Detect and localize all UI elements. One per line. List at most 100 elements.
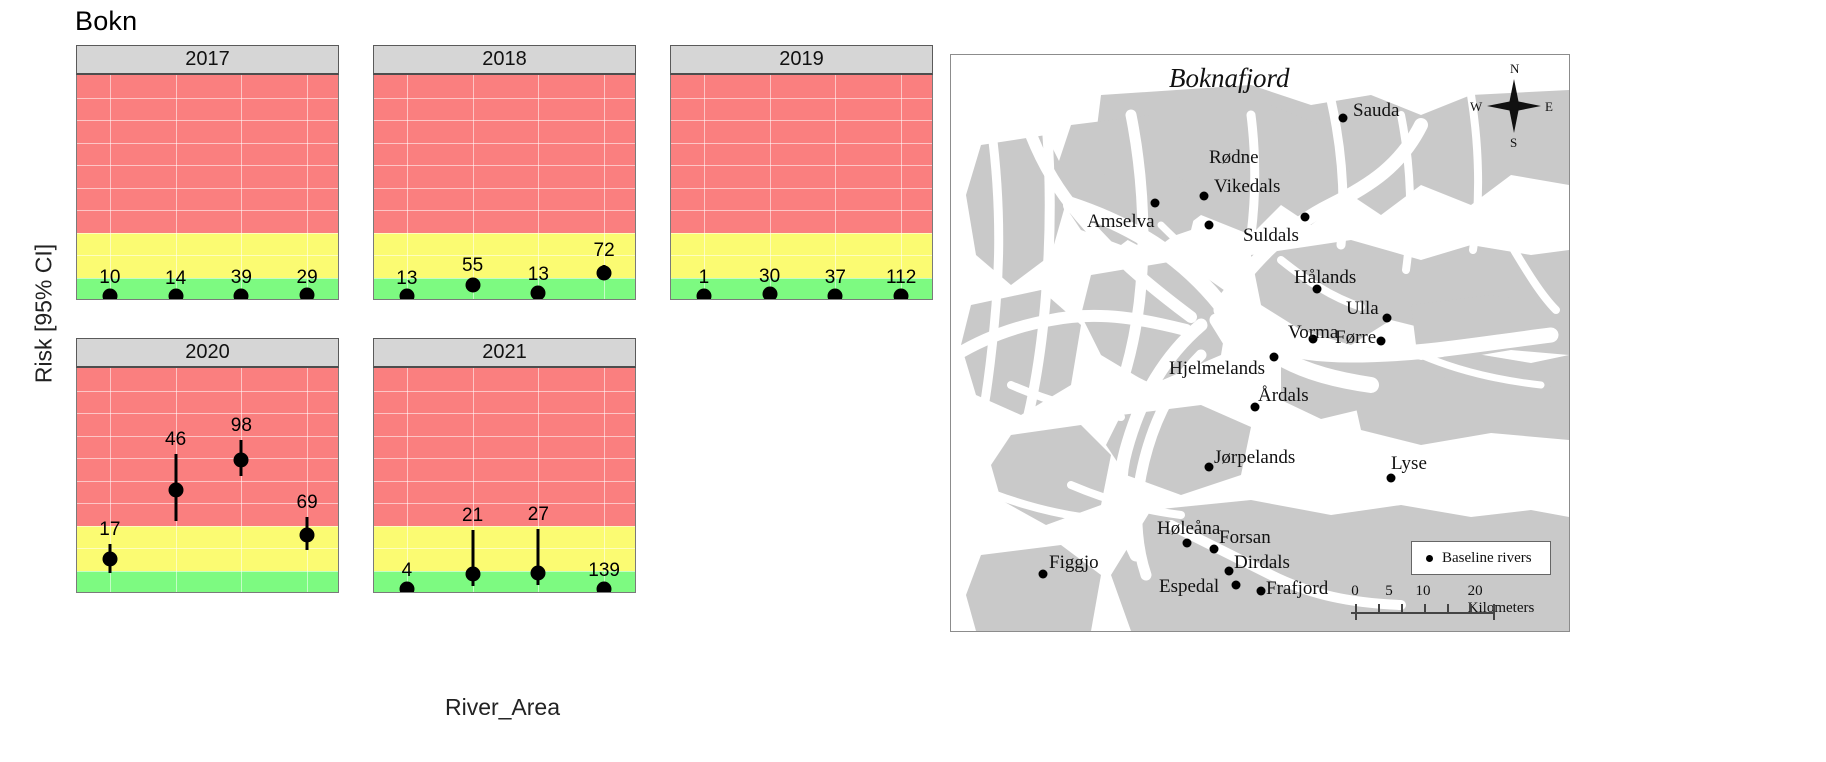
data-point[interactable] [893,288,909,299]
risk-band-red [77,75,338,233]
data-point[interactable] [168,482,184,497]
y-tick-label: 30 [373,222,374,244]
map-site-label: Hålands [1294,267,1357,288]
gridline-horizontal [77,142,338,144]
gridline-horizontal [77,232,338,234]
gridline-horizontal [77,548,338,549]
data-point[interactable] [399,288,415,299]
gridline-horizontal [374,548,635,549]
gridline-horizontal [374,503,635,504]
gridline-horizontal [374,525,635,527]
map-site-dot[interactable] [1204,462,1214,472]
facet-strip-label: 2018 [373,45,636,75]
plot-area: 1030507090CoastEastNorthSouth10143929 [76,75,339,300]
facet-panel-2021: 20211030507090CoastEastNorthSouth4212713… [373,338,636,593]
data-point[interactable] [596,265,612,281]
data-point-label: 13 [396,267,418,289]
map-scale-bar: 0 5 10 20 Kilometers [1351,583,1556,620]
facet-strip-label: 2021 [373,338,636,368]
map-site-label: Suldals [1243,225,1299,246]
map-site-dot[interactable] [1199,191,1209,201]
y-tick-label: 70 [76,425,77,447]
compass-north-label: N [1510,61,1520,76]
data-point-label: 72 [593,240,615,262]
risk-band-red [671,75,932,233]
data-point[interactable] [596,581,612,592]
data-point-label: 14 [165,267,187,289]
data-point-label: 112 [885,267,917,289]
map-site-label: Vorma [1288,322,1339,343]
gridline-horizontal [77,97,338,99]
y-tick-label: 70 [373,132,374,154]
gridline-horizontal [374,413,635,414]
plot-area: 1030507090CoastEastNorthSouth42127139 [373,368,636,593]
y-tick-label: 30 [76,515,77,537]
data-point[interactable] [530,565,546,581]
fjord-name-label: Boknafjord [1169,63,1290,93]
facet-strip-label: 2017 [76,45,339,75]
y-tick-label: 90 [670,87,671,109]
data-point[interactable] [827,288,843,299]
map-site-dot[interactable] [1376,336,1386,346]
map-site-label: Hjelmelands [1169,358,1266,379]
y-tick-label: 10 [373,560,374,582]
plot-area: 1030507090CoastEastNorthSouth17469869 [76,368,339,593]
gridline-horizontal [77,390,338,392]
scale-number: 5 [1385,583,1393,599]
risk-band-green [77,570,338,592]
data-point-label: 4 [401,560,413,582]
gridline-horizontal [374,458,635,459]
y-tick-label: 10 [670,267,671,289]
map-site-label: Espedal [1159,576,1220,597]
gridline-horizontal [671,120,932,121]
map-site-dot[interactable] [1231,580,1241,590]
map-site-dot[interactable] [1300,212,1310,222]
data-point[interactable] [530,285,546,299]
data-point[interactable] [233,288,249,299]
map-site-label: Rødne [1209,147,1259,168]
data-point[interactable] [696,288,712,299]
data-point[interactable] [102,551,118,567]
data-point[interactable] [465,277,481,293]
data-point[interactable] [465,566,481,582]
data-point[interactable] [762,286,778,299]
y-tick-label: 50 [373,177,374,199]
y-tick-label: 70 [670,132,671,154]
gridline-horizontal [77,458,338,459]
map-site-label: Jørpelands [1214,447,1296,468]
y-tick-label: 10 [373,267,374,289]
data-point[interactable] [399,581,415,592]
scale-tick [1493,604,1495,620]
plot-area: 1030507090CoastEastNorthSouth13037112 [670,75,933,300]
y-axis-label: Risk [95% CI] [30,243,57,384]
map-site-dot[interactable] [1209,544,1219,554]
facet-panel-2017: 20171030507090CoastEastNorthSouth1014392… [76,45,339,300]
gridline-horizontal [77,255,338,256]
map-site-label: Frafjord [1266,578,1329,599]
data-point[interactable] [233,452,249,468]
data-point-label: 69 [296,491,318,513]
map-site-dot[interactable] [1256,586,1266,596]
y-tick-label: 30 [373,515,374,537]
data-point[interactable] [299,527,315,542]
map-site-dot[interactable] [1224,566,1234,576]
map-site-dot[interactable] [1269,352,1279,362]
map-site-dot[interactable] [1204,220,1214,230]
compass-south-label: S [1510,135,1518,150]
compass-west-label: W [1470,99,1483,114]
scale-tick [1424,604,1426,613]
map-site-dot[interactable] [1382,313,1392,323]
gridline-horizontal [77,187,338,189]
legend-label: Baseline rivers [1442,549,1532,566]
gridline-horizontal [77,480,338,482]
data-point[interactable] [299,287,315,299]
map-site-dot[interactable] [1338,113,1348,123]
data-point-label: 46 [165,428,187,450]
y-tick-label: 30 [76,222,77,244]
map-site-dot[interactable] [1038,569,1048,579]
data-point[interactable] [168,288,184,299]
risk-band-red [374,368,635,526]
x-axis-label: River_Area [444,694,561,720]
map-site-dot[interactable] [1150,198,1160,208]
data-point[interactable] [102,288,118,299]
